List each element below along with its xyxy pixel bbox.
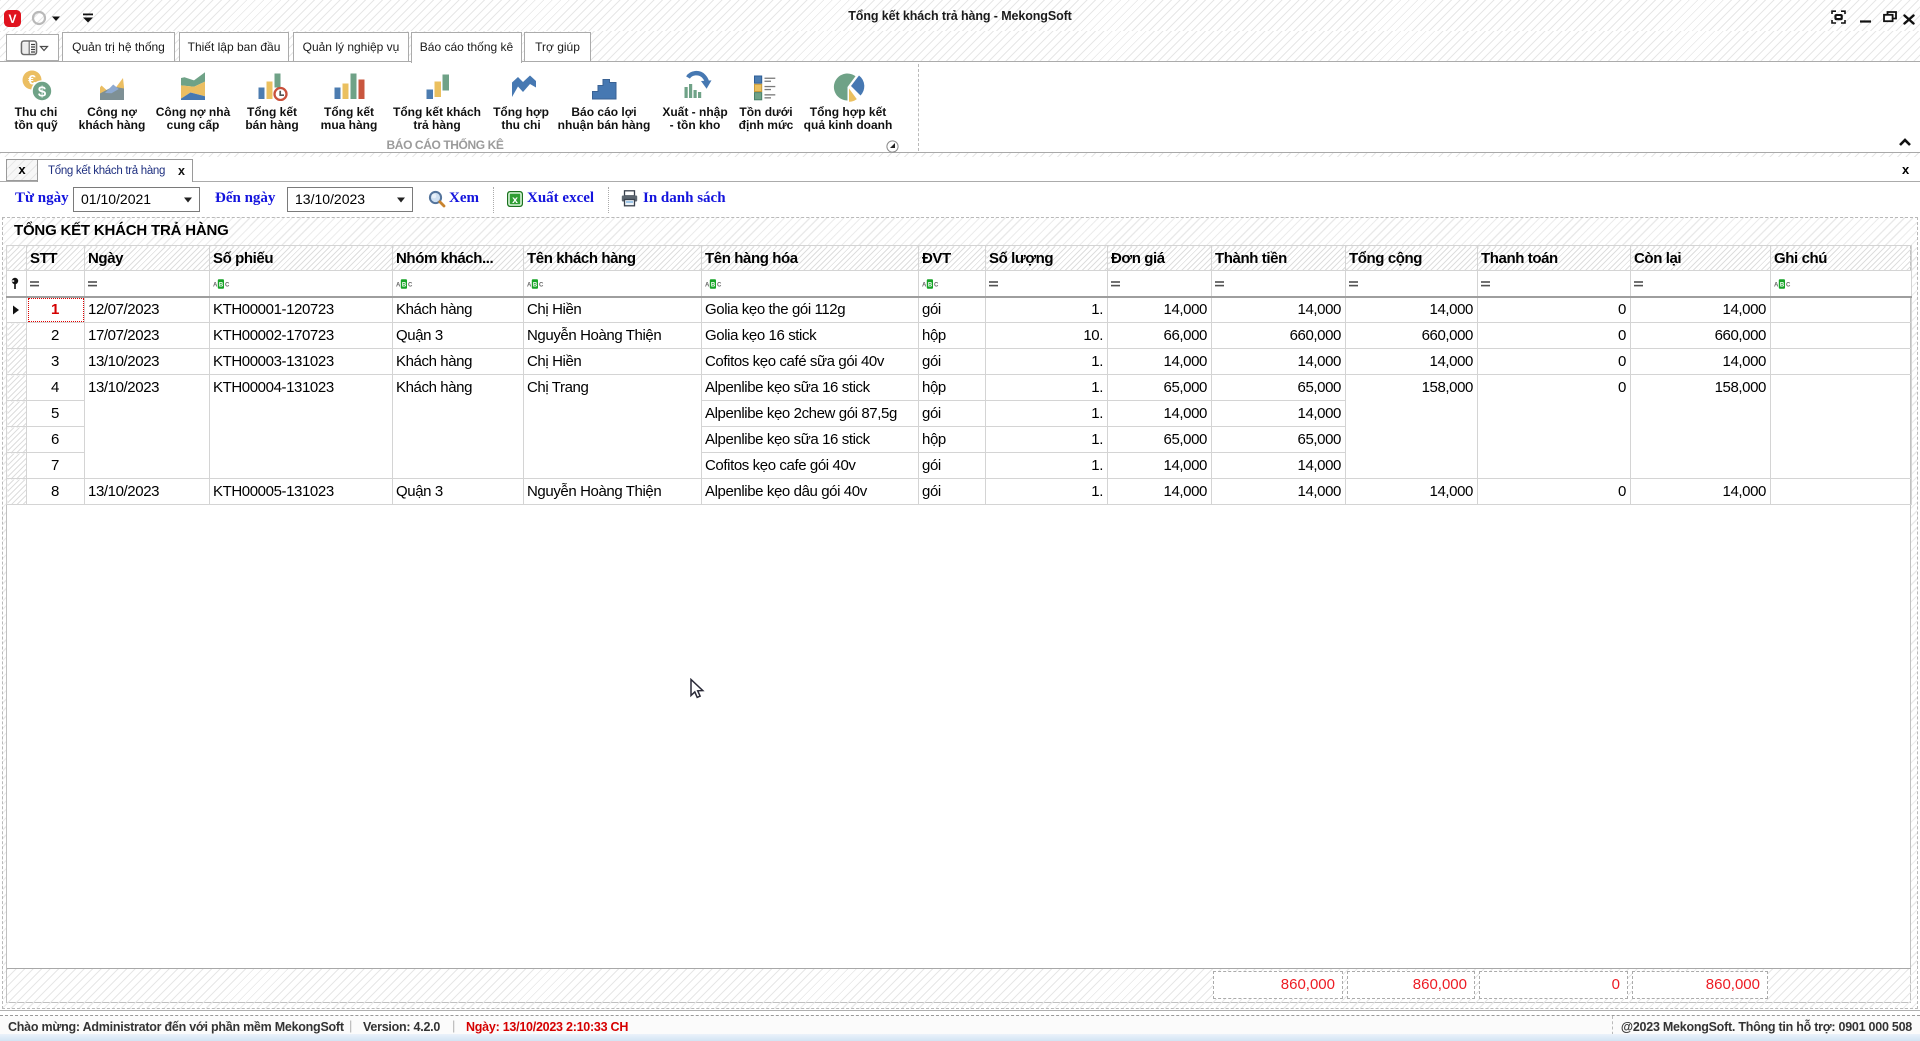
svg-text:C: C bbox=[539, 282, 544, 288]
svg-text:V: V bbox=[8, 12, 16, 26]
svg-text:A: A bbox=[527, 282, 532, 288]
svg-text:$: $ bbox=[38, 84, 47, 101]
svg-text:C: C bbox=[1786, 282, 1791, 288]
svg-text:C: C bbox=[934, 282, 939, 288]
svg-text:C: C bbox=[717, 282, 722, 288]
svg-text:A: A bbox=[705, 282, 710, 288]
svg-text:A: A bbox=[396, 282, 401, 288]
svg-text:A: A bbox=[213, 282, 218, 288]
svg-text:C: C bbox=[225, 282, 230, 288]
svg-text:A: A bbox=[922, 282, 927, 288]
svg-text:A: A bbox=[1774, 282, 1779, 288]
svg-text:C: C bbox=[408, 282, 413, 288]
svg-text:x: x bbox=[512, 194, 518, 206]
